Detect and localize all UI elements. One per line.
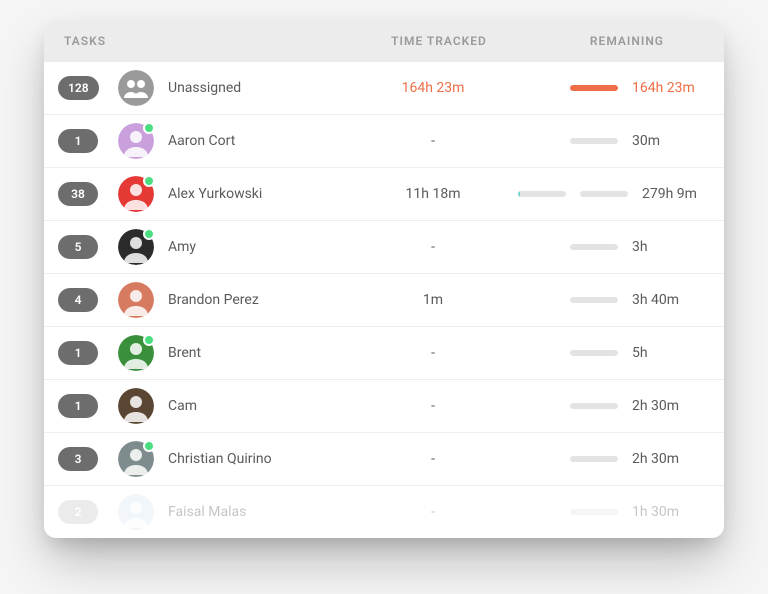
task-count-badge: 2 [58,500,98,524]
remaining-cell: 5h [518,345,704,361]
table-row[interactable]: 2 Faisal Malas- 1h 30m [44,486,724,538]
table-row[interactable]: 5 Amy- 3h [44,221,724,274]
table-row[interactable]: 1 Aaron Cort- 30m [44,115,724,168]
remaining-bar [570,138,618,144]
assignee-name[interactable]: Unassigned [168,80,348,96]
time-tracked-value: - [348,239,518,255]
assignee-name[interactable]: Alex Yurkowski [168,186,348,202]
remaining-cell: 1h 30m [518,504,704,520]
remaining-value: 3h 40m [632,292,704,308]
task-count-badge: 1 [58,341,98,365]
task-count-badge: 1 [58,129,98,153]
remaining-bar [570,350,618,356]
remaining-bar [570,456,618,462]
remaining-bar [580,191,628,197]
avatar[interactable] [118,282,154,318]
person-icon [118,494,154,530]
group-icon [118,70,154,106]
table-row[interactable]: 4 Brandon Perez1m 3h 40m [44,274,724,327]
workload-card: TASKS TIME TRACKED REMAINING 128 Unassign… [44,20,724,538]
remaining-value: 1h 30m [632,504,704,520]
avatar[interactable] [118,70,154,106]
time-tracked-value: 1m [348,292,518,308]
remaining-value: 3h [632,239,704,255]
assignee-name[interactable]: Aaron Cort [168,133,348,149]
task-count-badge: 3 [58,447,98,471]
remaining-bar [570,403,618,409]
task-count-badge: 1 [58,394,98,418]
remaining-bar [570,244,618,250]
header-tracked: TIME TRACKED [354,34,524,48]
table-row[interactable]: 1 Brent- 5h [44,327,724,380]
remaining-bar [570,85,618,91]
task-count-badge: 128 [58,76,99,100]
avatar[interactable] [118,441,154,477]
remaining-value: 30m [632,133,704,149]
assignee-name[interactable]: Brent [168,345,348,361]
remaining-bar [570,297,618,303]
remaining-value: 279h 9m [642,186,714,202]
time-tracked-value: - [348,451,518,467]
assignee-name[interactable]: Faisal Malas [168,504,348,520]
time-tracked-value: - [348,133,518,149]
table-row[interactable]: 128Unassigned164h 23m164h 23m [44,62,724,115]
time-tracked-value: 164h 23m [348,80,518,96]
time-tracked-value: - [348,504,518,520]
remaining-cell: 3h [518,239,704,255]
time-tracked-value: - [348,345,518,361]
presence-indicator [143,334,155,346]
remaining-bar [570,509,618,515]
remaining-cell: 3h 40m [518,292,704,308]
time-tracked-value: 11h 18m [348,186,518,202]
remaining-cell: 30m [518,133,704,149]
remaining-cell: 164h 23m [518,80,704,96]
remaining-value: 2h 30m [632,451,704,467]
remaining-value: 164h 23m [632,80,704,96]
presence-indicator [143,122,155,134]
task-count-badge: 38 [58,182,98,206]
assignee-name[interactable]: Christian Quirino [168,451,348,467]
avatar[interactable] [118,123,154,159]
remaining-cell: 2h 30m [518,398,704,414]
table-row[interactable]: 3 Christian Quirino- 2h 30m [44,433,724,486]
remaining-value: 5h [632,345,704,361]
person-icon [118,388,154,424]
remaining-value: 2h 30m [632,398,704,414]
table-row[interactable]: 38 Alex Yurkowski11h 18m 279h 9m [44,168,724,221]
time-tracked-value: - [348,398,518,414]
header-tasks: TASKS [64,34,354,48]
remaining-cell: 2h 30m [518,451,704,467]
avatar[interactable] [118,494,154,530]
header-remaining: REMAINING [524,34,704,48]
table-body: 128Unassigned164h 23m164h 23m1Aaron Cort… [44,62,724,538]
remaining-cell: 279h 9m [518,186,714,202]
presence-indicator [143,175,155,187]
avatar[interactable] [118,176,154,212]
task-count-badge: 5 [58,235,98,259]
avatar[interactable] [118,335,154,371]
table-header: TASKS TIME TRACKED REMAINING [44,20,724,62]
person-icon [118,282,154,318]
assignee-name[interactable]: Cam [168,398,348,414]
tracked-progress-bar [518,191,566,197]
table-row[interactable]: 1 Cam- 2h 30m [44,380,724,433]
task-count-badge: 4 [58,288,98,312]
avatar[interactable] [118,229,154,265]
avatar[interactable] [118,388,154,424]
presence-indicator [143,228,155,240]
assignee-name[interactable]: Brandon Perez [168,292,348,308]
assignee-name[interactable]: Amy [168,239,348,255]
presence-indicator [143,440,155,452]
